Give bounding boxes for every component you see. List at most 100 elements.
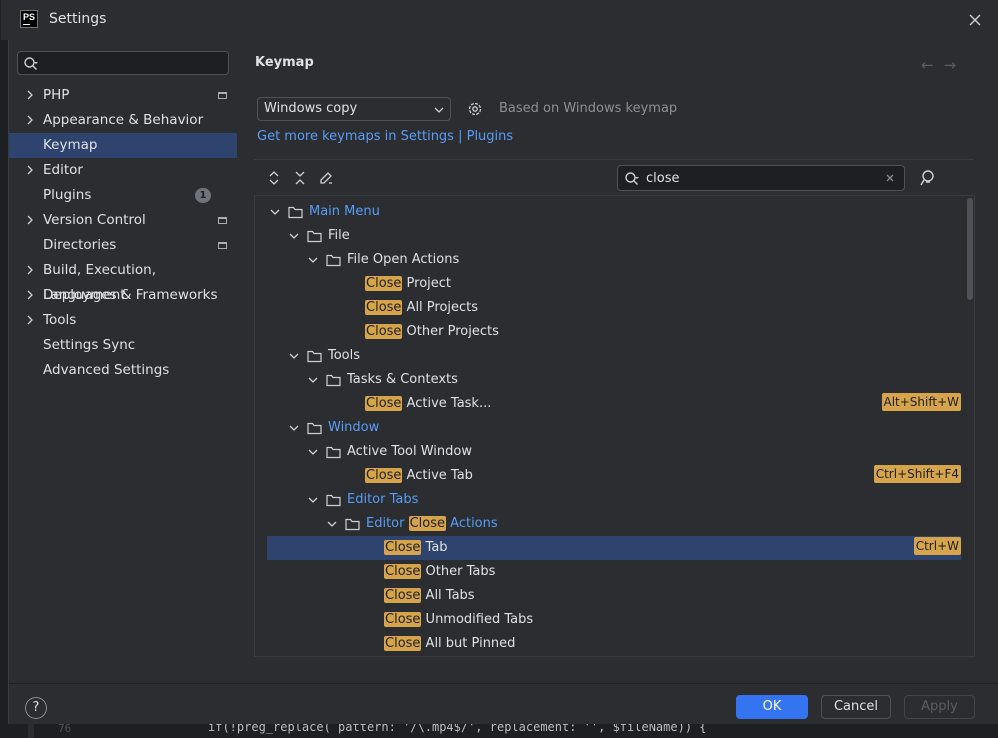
tree-row-label: File Open Actions: [347, 252, 459, 267]
sidebar-item-plugins[interactable]: Plugins 1: [9, 183, 237, 208]
chevron-right-icon[interactable]: [25, 165, 35, 175]
label-segment: Tab: [421, 540, 448, 555]
shortcut-badge: Ctrl+W: [913, 537, 961, 555]
tree-action-row[interactable]: Close Other Tabs: [267, 560, 961, 584]
keymap-filter-field[interactable]: [617, 165, 905, 191]
tree-group-row[interactable]: Editor Tabs: [267, 488, 961, 512]
tree-row-label: Close Active Tab: [365, 468, 473, 483]
chevron-down-icon[interactable]: [289, 423, 299, 433]
divider: [254, 159, 974, 160]
tree-group-row[interactable]: Tasks & Contexts: [267, 368, 961, 392]
tree-group-row[interactable]: File: [267, 224, 961, 248]
tree-group-row[interactable]: Window: [267, 416, 961, 440]
chevron-right-icon[interactable]: [25, 115, 35, 125]
label-segment: File Open Actions: [347, 252, 460, 267]
cancel-button[interactable]: Cancel: [821, 695, 891, 719]
tree-action-row[interactable]: Close Active Task... Alt+Shift+W: [267, 392, 961, 416]
sidebar-item-tools[interactable]: Tools: [9, 308, 237, 333]
tree-group-row[interactable]: Active Tool Window: [267, 440, 961, 464]
sidebar-item-version-control[interactable]: Version Control: [9, 208, 237, 233]
get-more-keymaps-link[interactable]: Get more keymaps in Settings | Plugins: [257, 129, 513, 144]
sidebar-item-advanced-settings[interactable]: Advanced Settings: [9, 358, 237, 383]
sidebar-item-label: Version Control: [43, 212, 146, 228]
chevron-down-icon[interactable]: [308, 495, 318, 505]
title-bar: PS Settings: [1, 0, 998, 40]
sidebar-item-build-execution-deployment[interactable]: Build, Execution, Deployment: [9, 258, 237, 303]
tree-action-row[interactable]: Close Unmodified Tabs: [267, 608, 961, 632]
sidebar-item-languages-frameworks[interactable]: Languages & Frameworks: [9, 283, 237, 308]
expand-all-icon[interactable]: [267, 170, 281, 186]
sidebar-item-php[interactable]: PHP: [9, 83, 237, 108]
tree-group-row[interactable]: Editor Close Actions: [267, 512, 961, 536]
folder-icon: [307, 350, 322, 363]
settings-search-field[interactable]: [17, 51, 229, 75]
sidebar-item-editor[interactable]: Editor: [9, 158, 237, 183]
sidebar-item-directories[interactable]: Directories: [9, 233, 237, 258]
tree-action-row[interactable]: Close Active Tab Ctrl+Shift+F4: [267, 464, 961, 488]
chevron-right-icon[interactable]: [25, 290, 35, 300]
sidebar-item-label: Directories: [43, 237, 117, 253]
scrollbar-thumb[interactable]: [967, 198, 973, 300]
history-arrows: ←→: [921, 56, 966, 74]
help-button[interactable]: ?: [25, 697, 47, 719]
collapse-all-icon[interactable]: [293, 170, 307, 186]
close-icon[interactable]: [965, 10, 985, 30]
chevron-right-icon[interactable]: [25, 90, 35, 100]
folder-icon: [326, 494, 341, 507]
apply-button[interactable]: Apply: [904, 695, 975, 719]
label-segment: Active Tool Window: [347, 444, 472, 459]
tree-group-row[interactable]: Main Menu: [267, 200, 961, 224]
sidebar-item-settings-sync[interactable]: Settings Sync: [9, 333, 237, 358]
tree-row-label: Window: [328, 420, 379, 435]
chevron-down-icon[interactable]: [308, 447, 318, 457]
gear-icon[interactable]: [466, 100, 484, 118]
label-segment: Editor: [366, 516, 409, 531]
tree-group-row[interactable]: File Open Actions: [267, 248, 961, 272]
chevron-right-icon[interactable]: [25, 265, 35, 275]
ok-button[interactable]: OK: [736, 695, 808, 719]
tree-group-row[interactable]: Tools: [267, 344, 961, 368]
keymap-actions-tree[interactable]: Main Menu File File Open Actions Close Proj…: [254, 195, 975, 657]
chevron-right-icon[interactable]: [25, 315, 35, 325]
folder-icon: [326, 254, 341, 267]
tree-action-row[interactable]: Close All Projects: [267, 296, 961, 320]
chevron-down-icon[interactable]: [308, 375, 318, 385]
chevron-down-icon[interactable]: [270, 207, 280, 217]
tree-action-row[interactable]: Close All Tabs: [267, 584, 961, 608]
find-by-shortcut-icon[interactable]: [919, 169, 937, 187]
chevron-down-icon[interactable]: [289, 231, 299, 241]
sidebar-item-keymap[interactable]: Keymap: [9, 133, 237, 158]
label-segment: Editor Tabs: [347, 492, 419, 507]
search-match-highlight: Close: [365, 300, 403, 315]
tree-action-row[interactable]: Close Project: [267, 272, 961, 296]
search-match-highlight: Close: [365, 396, 403, 411]
settings-search-input[interactable]: [44, 54, 224, 72]
edit-icon[interactable]: [318, 170, 334, 186]
sidebar-item-label: Tools: [43, 312, 77, 328]
label-segment: Tasks & Contexts: [347, 372, 458, 387]
chevron-down-icon: [434, 107, 444, 113]
chevron-down-icon[interactable]: [289, 351, 299, 361]
phpstorm-logo-icon: PS: [20, 10, 38, 28]
folder-icon: [307, 422, 322, 435]
tree-action-row[interactable]: Close Tab Ctrl+W: [267, 536, 961, 560]
sidebar-item-appearance-behavior[interactable]: Appearance & Behavior: [9, 108, 237, 133]
keymap-filter-input[interactable]: [646, 169, 876, 187]
search-match-highlight: Close: [384, 636, 422, 651]
search-icon: [625, 172, 639, 185]
tree-row-label: Main Menu: [309, 204, 380, 219]
label-segment: All but Pinned: [421, 636, 516, 651]
chevron-down-icon[interactable]: [308, 255, 318, 265]
keymap-select[interactable]: Windows copy: [257, 97, 451, 121]
tree-action-row[interactable]: Close Other Projects: [267, 320, 961, 344]
tree-row-label: Close Tab: [384, 540, 448, 555]
forward-arrow-icon[interactable]: →: [944, 56, 967, 74]
tree-row-label: Close Project: [365, 276, 451, 291]
chevron-right-icon[interactable]: [25, 215, 35, 225]
tree-action-row[interactable]: Close All but Pinned: [267, 632, 961, 656]
clear-icon[interactable]: [884, 172, 896, 184]
chevron-down-icon[interactable]: [327, 519, 337, 529]
back-arrow-icon[interactable]: ←: [921, 56, 944, 74]
sidebar-item-label: Keymap: [43, 137, 98, 153]
shortcut-badge: Ctrl+Shift+F4: [873, 465, 961, 483]
